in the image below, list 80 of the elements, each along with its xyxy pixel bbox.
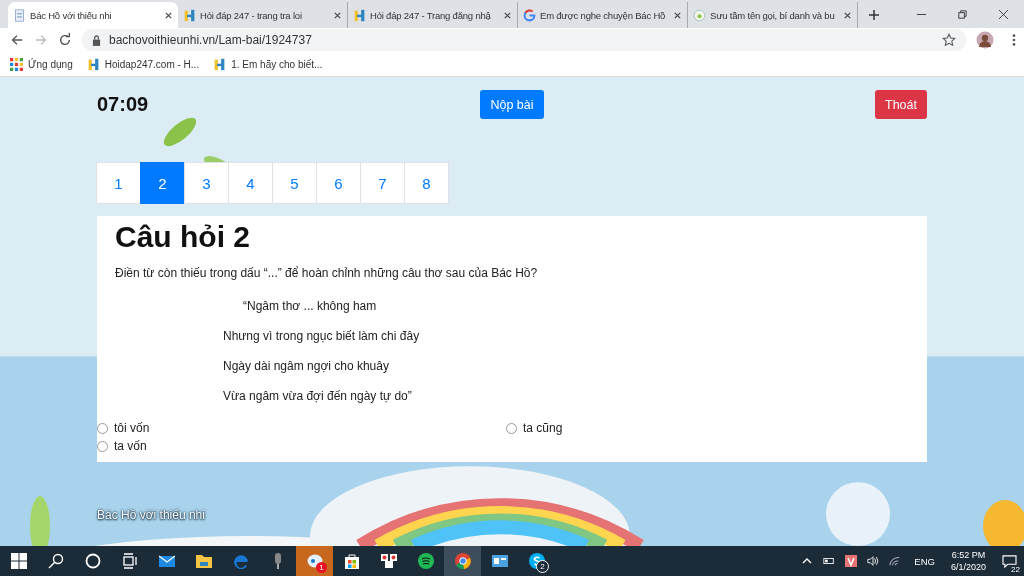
- logo-icon: [86, 57, 100, 71]
- notification-badge: 1: [316, 562, 327, 573]
- menu-icon[interactable]: [1012, 33, 1016, 47]
- clock[interactable]: 6:52 PM 6/1/2020: [950, 549, 986, 573]
- question-number-button[interactable]: 4: [228, 162, 273, 204]
- logo-icon: [353, 8, 366, 22]
- close-icon[interactable]: [673, 10, 682, 20]
- close-icon[interactable]: [333, 10, 342, 20]
- answer-option[interactable]: ta vốn: [97, 437, 506, 455]
- bookmark[interactable]: Hoidap247.com - H...: [86, 57, 200, 71]
- exit-button[interactable]: Thoát: [875, 90, 927, 119]
- close-icon[interactable]: [998, 9, 1009, 20]
- google-icon: [523, 8, 536, 22]
- chat-icon: [306, 553, 323, 569]
- round-logo-icon: [693, 8, 706, 22]
- poem-line: Vừa ngâm vừa đợi đến ngày tự do”: [223, 389, 413, 404]
- notification-button[interactable]: 22: [994, 546, 1024, 576]
- wifi-icon[interactable]: [889, 555, 902, 567]
- notification-count: 22: [1010, 565, 1021, 574]
- circle-icon: [84, 553, 101, 569]
- poem-line: “Ngâm thơ ... không ham: [243, 299, 378, 314]
- close-icon[interactable]: [164, 10, 173, 20]
- close-icon[interactable]: [503, 10, 512, 20]
- address-bar[interactable]: bachovoithieunhi.vn/Lam-bai/1924737: [82, 29, 966, 51]
- app-tray-icon[interactable]: [845, 555, 858, 567]
- star-icon[interactable]: [942, 33, 956, 47]
- avatar-icon[interactable]: [976, 31, 994, 49]
- tab-title: Sưu tầm tên gọi, bí danh và bu: [710, 9, 836, 21]
- new-tab-icon[interactable]: [868, 9, 880, 21]
- bookmark[interactable]: Ứng dụng: [10, 57, 73, 71]
- search-icon: [47, 553, 64, 569]
- lock-icon: [92, 34, 101, 46]
- question-number-button[interactable]: 8: [404, 162, 449, 204]
- close-icon[interactable]: [843, 10, 852, 20]
- url-text: bachovoithieunhi.vn/Lam-bai/1924737: [109, 33, 312, 47]
- language-indicator[interactable]: ENG: [914, 555, 935, 567]
- taskbar-button[interactable]: 2: [518, 546, 555, 576]
- reload-icon[interactable]: [58, 33, 72, 47]
- message-icon: [1001, 554, 1017, 568]
- timer: 07:09: [97, 93, 150, 116]
- question-number-button[interactable]: 5: [272, 162, 317, 204]
- cards-icon: [380, 553, 397, 569]
- tab-title: Hỏi đáp 247 - Trang đăng nhậ: [370, 9, 492, 21]
- volume-icon[interactable]: [867, 555, 880, 567]
- mail-icon: [158, 553, 175, 569]
- edge-icon: [232, 553, 249, 569]
- logo-icon: [183, 8, 196, 22]
- question-number-button[interactable]: 3: [184, 162, 229, 204]
- window-icon: [491, 553, 508, 569]
- document-icon: [13, 8, 26, 22]
- logo-icon: [213, 57, 227, 71]
- tab-title: Em được nghe chuyện Bác Hồ: [540, 9, 667, 21]
- taskbar-button[interactable]: 1: [296, 546, 333, 576]
- poem-line: Nhưng vì trong ngục biết làm chi đây: [223, 329, 421, 344]
- answer-option[interactable]: ta cũng: [506, 419, 909, 437]
- task-view-icon: [121, 553, 138, 569]
- tab-title: Bác Hồ với thiếu nhi: [30, 9, 113, 21]
- poem-line: Ngày dài ngâm ngợi cho khuây: [223, 359, 390, 374]
- submit-button[interactable]: Nộp bài: [480, 90, 544, 119]
- music-icon: [417, 553, 434, 569]
- question-text: Điền từ còn thiếu trong dấu “...” để hoàn chỉnh những câu thơ sau của Bác Hồ?: [115, 266, 539, 281]
- restore-icon[interactable]: [957, 9, 968, 20]
- question-number-button[interactable]: 7: [360, 162, 405, 204]
- chrome-icon: [454, 553, 471, 569]
- notification-badge: 2: [536, 560, 549, 573]
- question-title: Câu hỏi 2: [115, 219, 251, 255]
- question-number-button[interactable]: 1: [96, 162, 141, 204]
- shopping-bag-icon: [343, 553, 360, 569]
- answer-option[interactable]: tôi vốn: [97, 419, 506, 437]
- bookmark[interactable]: 1. Em hãy cho biết...: [213, 57, 323, 71]
- tab-title: Hỏi đáp 247 - trang tra loi: [200, 9, 303, 21]
- battery-icon[interactable]: [823, 555, 836, 567]
- question-number-button[interactable]: 2: [140, 162, 185, 204]
- browser-tab[interactable]: Bác Hồ với thiếu nhi: [8, 2, 178, 28]
- question-number-button[interactable]: 6: [316, 162, 361, 204]
- folder-icon: [195, 553, 212, 569]
- back-icon[interactable]: [10, 33, 24, 47]
- apps-icon: [10, 57, 23, 71]
- windows-icon: [10, 553, 27, 569]
- footer-text: Bác Hồ với thiếu nhi: [97, 508, 205, 522]
